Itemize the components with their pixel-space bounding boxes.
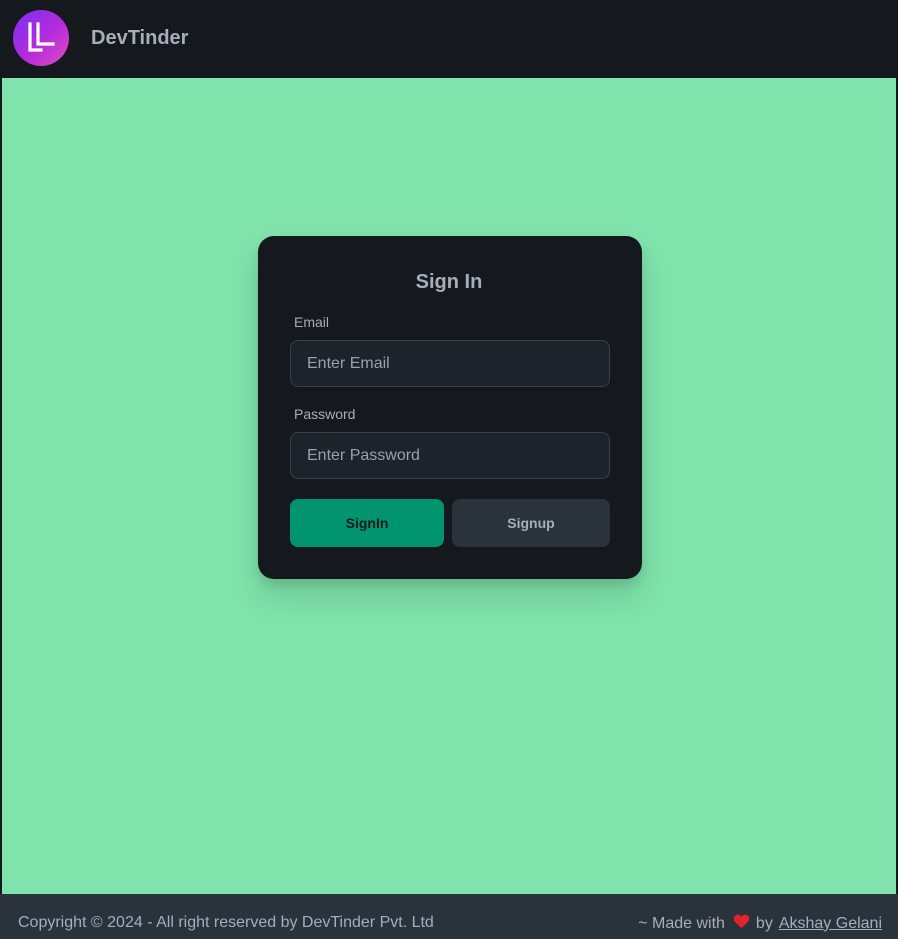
made-with-text: ~ Made with [638,915,725,932]
brand-name[interactable]: DevTinder [91,26,188,50]
footer-copyright: Copyright © 2024 - All right reserved by… [18,914,434,931]
signup-button[interactable]: Signup [452,499,610,547]
password-label: Password [294,406,356,422]
footer-credit: ~ Made with by Akshay Gelani [638,914,882,934]
email-field[interactable] [290,340,610,387]
password-field[interactable] [290,432,610,479]
signin-title: Sign In [415,271,483,293]
signin-button[interactable]: SignIn [290,499,444,547]
author-link[interactable]: Akshay Gelani [779,915,882,933]
email-label: Email [294,314,330,330]
devtinder-logo-icon[interactable] [13,10,69,66]
by-text: by [755,915,773,932]
heart-icon [733,914,750,934]
